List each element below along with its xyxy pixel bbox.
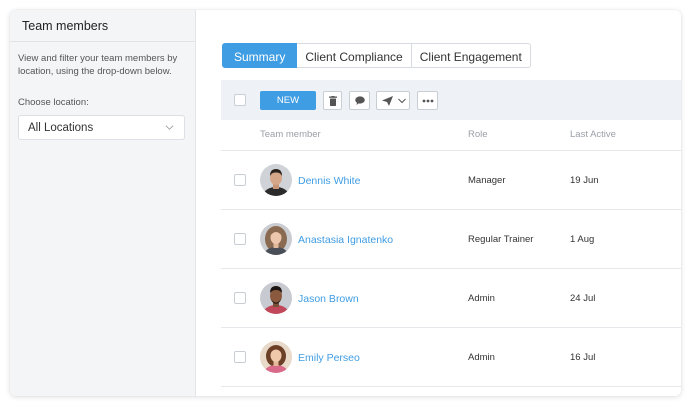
row-checkbox[interactable] <box>234 351 246 363</box>
delete-button[interactable] <box>323 91 342 110</box>
column-header-team-member[interactable]: Team member <box>260 129 321 140</box>
more-options-button[interactable] <box>417 91 438 110</box>
column-header-last-active[interactable]: Last Active <box>570 129 616 140</box>
member-role: Admin <box>468 293 495 304</box>
tab-client-compliance[interactable]: Client Compliance <box>297 43 412 68</box>
sidebar-description: View and filter your team members by loc… <box>18 53 178 77</box>
avatar-image <box>260 223 292 255</box>
avatar <box>260 282 292 314</box>
member-last-active: 16 Jul <box>570 352 596 363</box>
tab-client-engagement[interactable]: Client Engagement <box>411 43 531 68</box>
chevron-down-icon <box>398 98 406 104</box>
member-last-active: 1 Aug <box>570 234 595 245</box>
trash-icon <box>329 96 337 106</box>
sidebar-title: Team members <box>10 10 195 42</box>
avatar <box>260 223 292 255</box>
member-name-link[interactable]: Jason Brown <box>298 293 359 305</box>
avatar-image <box>260 341 292 373</box>
select-all-checkbox[interactable] <box>234 94 246 106</box>
table-row: Anastasia Ignatenko Regular Trainer 1 Au… <box>221 209 681 268</box>
more-icon <box>422 99 434 103</box>
chevron-down-icon <box>165 125 174 130</box>
avatar-image <box>260 282 292 314</box>
row-checkbox[interactable] <box>234 292 246 304</box>
table-row: Emily Perseo Admin 16 Jul <box>221 327 681 386</box>
member-name-link[interactable]: Emily Perseo <box>298 352 360 364</box>
table-row-divider <box>221 386 681 396</box>
table-row: Jason Brown Admin 24 Jul <box>221 268 681 327</box>
toolbar: NEW <box>221 80 681 120</box>
location-dropdown-value: All Locations <box>28 122 94 134</box>
table-row: Dennis White Manager 19 Jun <box>221 150 681 209</box>
member-name-link[interactable]: Dennis White <box>298 175 360 187</box>
member-last-active: 19 Jun <box>570 175 599 186</box>
member-role: Manager <box>468 175 506 186</box>
member-role: Regular Trainer <box>468 234 534 245</box>
comment-button[interactable] <box>349 91 370 110</box>
member-name-link[interactable]: Anastasia Ignatenko <box>298 234 393 246</box>
avatar-image <box>260 164 292 196</box>
comment-icon <box>355 96 365 105</box>
send-dropdown-button[interactable] <box>376 91 410 110</box>
column-header-role[interactable]: Role <box>468 129 488 140</box>
tab-summary[interactable]: Summary <box>222 43 298 68</box>
avatar <box>260 341 292 373</box>
location-dropdown[interactable]: All Locations <box>18 115 185 140</box>
member-role: Admin <box>468 352 495 363</box>
tab-bar: Summary Client Compliance Client Engagem… <box>222 43 531 68</box>
member-last-active: 24 Jul <box>570 293 596 304</box>
avatar <box>260 164 292 196</box>
row-checkbox[interactable] <box>234 233 246 245</box>
row-checkbox[interactable] <box>234 174 246 186</box>
app-window: Team members View and filter your team m… <box>10 10 681 396</box>
main-panel: Summary Client Compliance Client Engagem… <box>197 10 681 396</box>
location-label: Choose location: <box>18 97 89 108</box>
send-icon <box>382 96 393 106</box>
new-button[interactable]: NEW <box>260 91 316 110</box>
sidebar: Team members View and filter your team m… <box>10 10 196 396</box>
